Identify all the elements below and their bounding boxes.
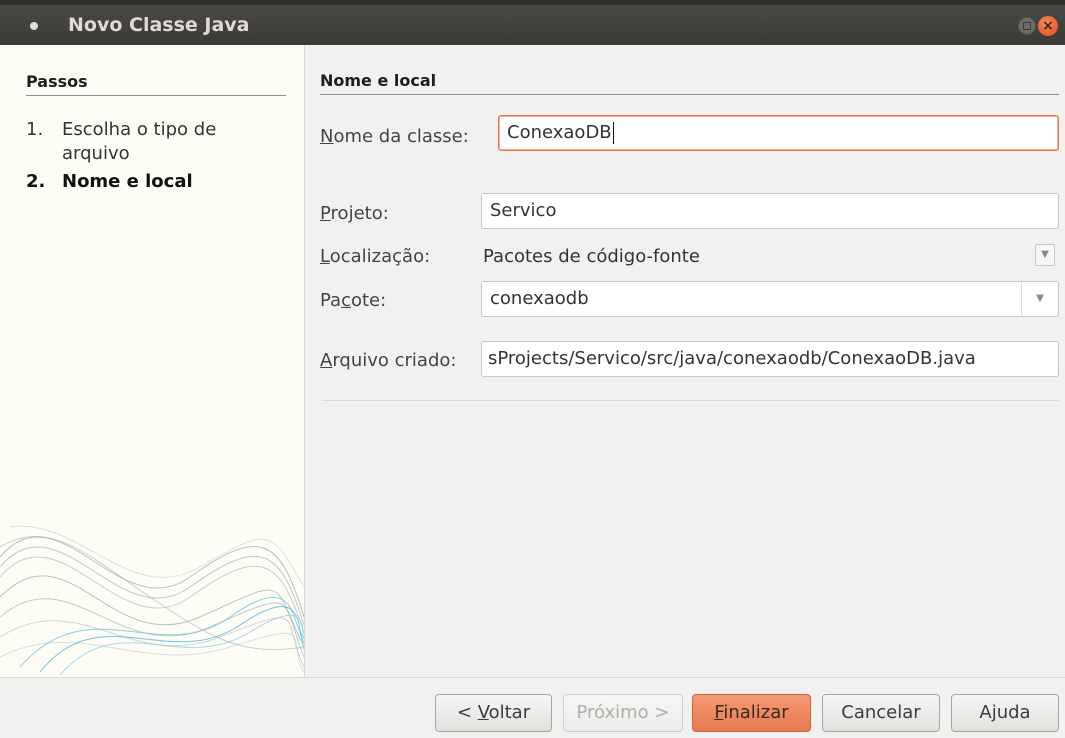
step-number: 2. <box>26 171 46 192</box>
label-text: rquivo criado: <box>332 350 457 371</box>
steps-title: Passos <box>26 72 88 91</box>
next-button[interactable]: Próximo > <box>563 694 683 732</box>
window-title: Novo Classe Java <box>68 14 250 36</box>
mnemonic: c <box>341 290 351 311</box>
class-name-input[interactable]: ConexaoDB <box>498 115 1059 151</box>
chevron-down-icon[interactable]: ▼ <box>1035 244 1055 266</box>
mnemonic: L <box>320 246 330 267</box>
step-1: 1. Escolha o tipo de <box>26 119 216 140</box>
heading-divider <box>320 94 1059 95</box>
project-field[interactable]: Servico <box>481 193 1059 229</box>
package-combobox[interactable]: conexaodb ▼ <box>481 281 1059 317</box>
location-label: Localização: <box>320 246 430 267</box>
combobox-value: conexaodb <box>490 288 589 309</box>
help-button[interactable]: Ajuda <box>951 694 1059 732</box>
maximize-icon[interactable] <box>1018 17 1036 35</box>
package-label: Pacote: <box>320 290 386 311</box>
mnemonic: P <box>320 203 331 224</box>
button-bar-divider <box>0 677 1065 678</box>
step-2-current: 2. Nome e local <box>26 171 193 192</box>
label-text: ote: <box>350 290 387 311</box>
button-text: oltar <box>488 702 531 723</box>
location-value[interactable]: Pacotes de código-fonte <box>483 246 700 267</box>
mnemonic: N <box>320 126 334 147</box>
project-label: Projeto: <box>320 203 389 224</box>
label-text: ocalização: <box>329 246 431 267</box>
window-menu-icon[interactable] <box>30 22 38 30</box>
created-file-field[interactable]: sProjects/Servico/src/java/conexaodb/Con… <box>481 341 1059 377</box>
step-number: 1. <box>26 119 44 140</box>
steps-sidebar: Passos 1. Escolha o tipo de arquivo 2. Nom… <box>0 45 305 677</box>
button-text: inalizar <box>723 702 789 723</box>
label-text: rojeto: <box>330 203 389 224</box>
step-label: Escolha o tipo de <box>62 119 217 140</box>
close-icon[interactable]: × <box>1038 16 1058 36</box>
decorative-waves-image <box>0 525 304 676</box>
step-label: Nome e local <box>62 171 193 192</box>
section-heading: Nome e local <box>320 71 437 90</box>
back-button[interactable]: < Voltar <box>435 694 552 732</box>
finish-button[interactable]: Finalizar <box>692 694 811 732</box>
mnemonic: V <box>477 702 489 723</box>
field-value: Servico <box>490 200 557 221</box>
label-text: Pa <box>320 290 342 311</box>
created-file-label: Arquivo criado: <box>320 350 456 371</box>
form-divider <box>322 400 1059 401</box>
steps-divider <box>26 95 286 96</box>
cancel-button[interactable]: Cancelar <box>822 694 940 732</box>
input-value: ConexaoDB <box>507 122 612 143</box>
class-name-label: Nome da classe: <box>320 126 469 147</box>
field-value: sProjects/Servico/src/java/conexaodb/Con… <box>488 348 976 369</box>
window-titlebar[interactable]: Novo Classe Java × <box>0 0 1065 45</box>
step-1-continuation: arquivo <box>62 143 130 164</box>
label-text: ome da classe: <box>333 126 469 147</box>
button-text: < <box>456 702 478 723</box>
text-caret <box>612 122 614 144</box>
mnemonic: A <box>320 350 333 371</box>
chevron-down-icon[interactable]: ▼ <box>1021 282 1058 316</box>
mnemonic: F <box>714 702 724 723</box>
